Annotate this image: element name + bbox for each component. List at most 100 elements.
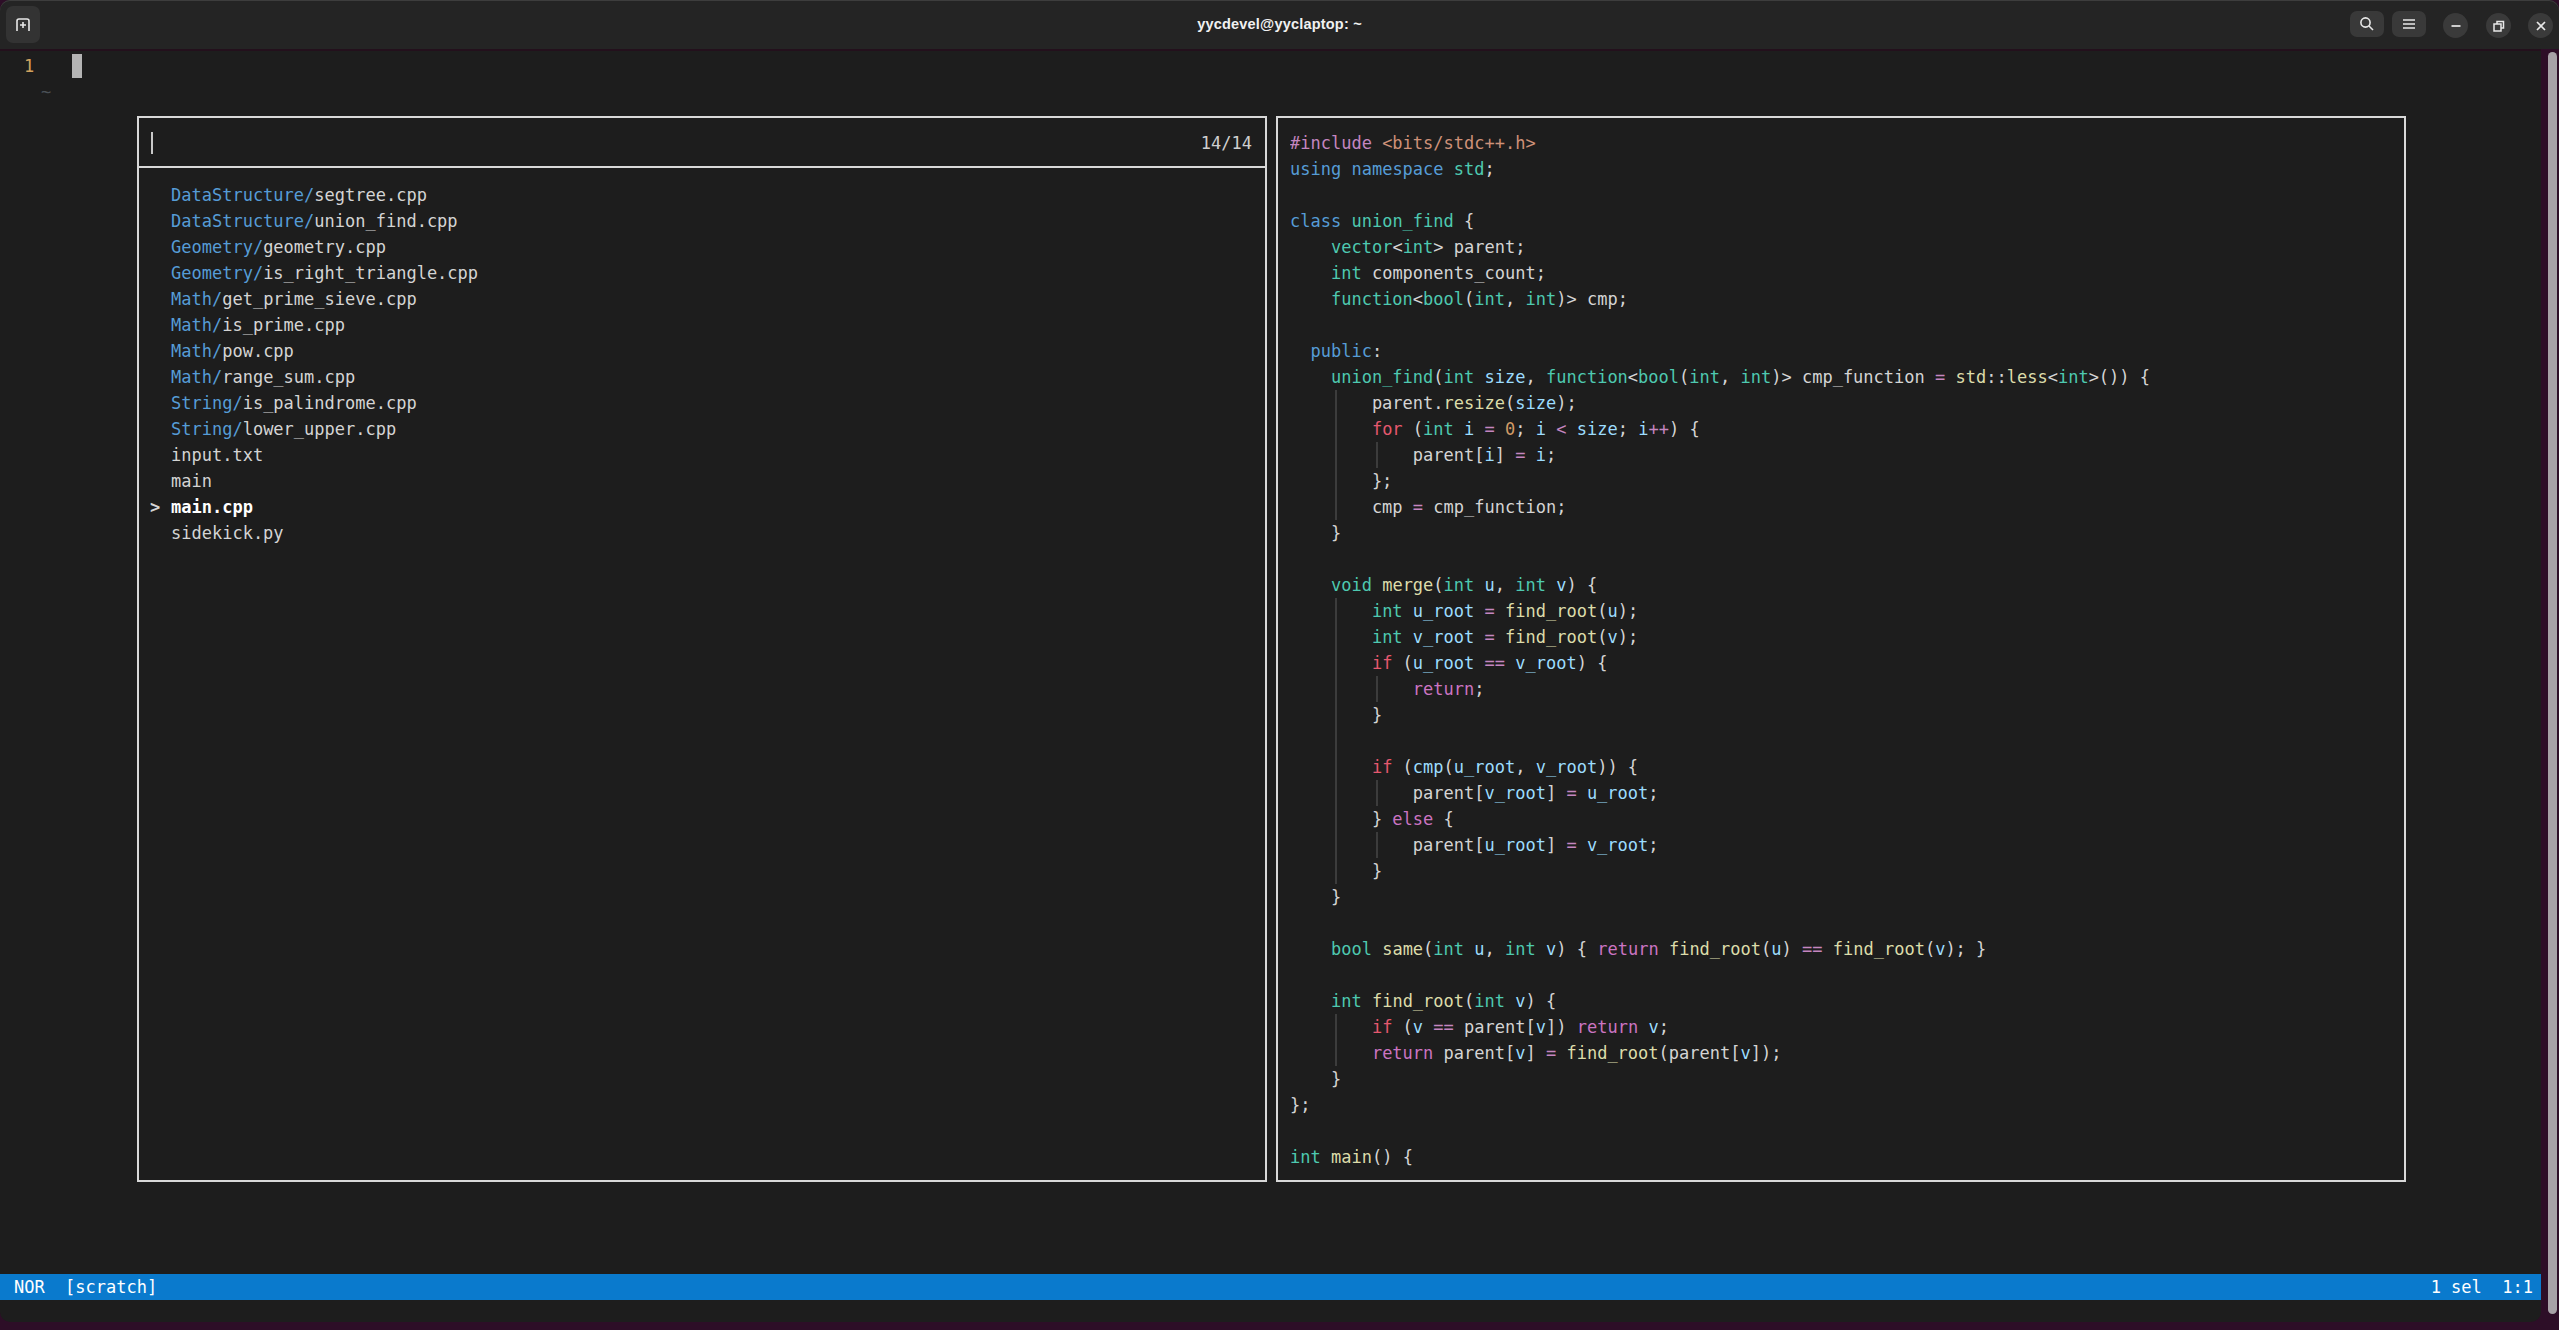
list-item[interactable]: Geometry/geometry.cpp <box>150 234 1263 260</box>
indent-guide <box>1376 676 1378 702</box>
new-tab-button[interactable] <box>6 6 40 43</box>
code-line: parent[v_root] = u_root; <box>1290 780 2402 806</box>
list-item[interactable]: Math/is_prime.cpp <box>150 312 1263 338</box>
code-line: }; <box>1290 1092 2402 1118</box>
list-item[interactable]: >main.cpp <box>150 494 1263 520</box>
editor-line-number: 1 <box>24 53 34 79</box>
code-line: }; <box>1290 468 2402 494</box>
item-filename: geometry.cpp <box>263 234 386 260</box>
editor-cursor <box>72 54 82 78</box>
item-filename: segtree.cpp <box>314 182 427 208</box>
item-filename: input.txt <box>171 442 263 468</box>
list-item[interactable]: Math/range_sum.cpp <box>150 364 1263 390</box>
item-directory: DataStructure/ <box>171 208 314 234</box>
item-filename: get_prime_sieve.cpp <box>222 286 416 312</box>
selected-item-marker <box>150 442 171 468</box>
item-directory: Math/ <box>171 312 222 338</box>
list-item[interactable]: main <box>150 468 1263 494</box>
indent-guide <box>1335 676 1337 702</box>
code-line: using namespace std; <box>1290 156 2402 182</box>
picker-count: 14/14 <box>1201 130 1252 156</box>
indent-guide <box>1335 494 1337 520</box>
indent-guide <box>1376 780 1378 806</box>
code-line <box>1290 312 2402 338</box>
code-line: void merge(int u, int v) { <box>1290 572 2402 598</box>
code-line: cmp = cmp_function; <box>1290 494 2402 520</box>
item-filename: is_palindrome.cpp <box>243 390 417 416</box>
item-filename: main <box>171 468 212 494</box>
item-directory: Math/ <box>171 364 222 390</box>
code-line <box>1290 1118 2402 1144</box>
code-line: if (v == parent[v]) return v; <box>1290 1014 2402 1040</box>
list-item[interactable]: sidekick.py <box>150 520 1263 546</box>
code-line: } <box>1290 1066 2402 1092</box>
code-line: int components_count; <box>1290 260 2402 286</box>
new-tab-icon <box>14 16 32 34</box>
item-directory: Geometry/ <box>171 260 263 286</box>
code-line: parent[u_root] = v_root; <box>1290 832 2402 858</box>
restore-button[interactable] <box>2486 13 2511 38</box>
titlebar-separator <box>0 49 2541 51</box>
code-line: parent[i] = i; <box>1290 442 2402 468</box>
list-item[interactable]: String/is_palindrome.cpp <box>150 390 1263 416</box>
selected-item-marker <box>150 208 171 234</box>
indent-guide <box>1335 390 1337 416</box>
selected-item-marker <box>150 234 171 260</box>
minimize-button[interactable] <box>2443 13 2468 38</box>
indent-guide <box>1335 702 1337 728</box>
indent-guide <box>1335 650 1337 676</box>
selected-item-marker <box>150 182 171 208</box>
selected-item-marker <box>150 338 171 364</box>
item-directory: Math/ <box>171 286 222 312</box>
titlebar[interactable]: yycdevel@yyclaptop: ~ <box>0 0 2559 49</box>
close-icon <box>2532 17 2550 35</box>
code-line: if (cmp(u_root, v_root)) { <box>1290 754 2402 780</box>
item-filename: is_prime.cpp <box>222 312 345 338</box>
code-line: bool same(int u, int v) { return find_ro… <box>1290 936 2402 962</box>
selected-item-marker <box>150 390 171 416</box>
code-line: public: <box>1290 338 2402 364</box>
item-directory: Math/ <box>171 338 222 364</box>
preview-panel: #include <bits/stdc++.h>using namespace … <box>1276 116 2406 1182</box>
code-line: function<bool(int, int)> cmp; <box>1290 286 2402 312</box>
code-line <box>1290 962 2402 988</box>
item-directory: String/ <box>171 390 243 416</box>
indent-guide <box>1335 624 1337 650</box>
selected-item-marker <box>150 286 171 312</box>
minimize-icon <box>2447 17 2465 35</box>
code-line: if (u_root == v_root) { <box>1290 650 2402 676</box>
selected-item-marker: > <box>150 494 171 520</box>
restore-icon <box>2490 17 2508 35</box>
list-item[interactable]: DataStructure/union_find.cpp <box>150 208 1263 234</box>
close-button[interactable] <box>2528 13 2553 38</box>
code-line: int v_root = find_root(v); <box>1290 624 2402 650</box>
code-line <box>1290 910 2402 936</box>
item-filename: pow.cpp <box>222 338 294 364</box>
list-item[interactable]: Geometry/is_right_triangle.cpp <box>150 260 1263 286</box>
buffer-name: [scratch] <box>65 1274 157 1300</box>
picker-input-cursor <box>151 132 153 154</box>
menu-button[interactable] <box>2392 11 2426 37</box>
list-item[interactable]: Math/pow.cpp <box>150 338 1263 364</box>
code-line: } <box>1290 702 2402 728</box>
code-line: int find_root(int v) { <box>1290 988 2402 1014</box>
code-line: } else { <box>1290 806 2402 832</box>
code-line: int u_root = find_root(u); <box>1290 598 2402 624</box>
selected-item-marker <box>150 260 171 286</box>
item-directory: String/ <box>171 416 243 442</box>
background-window-scrollbar[interactable] <box>2548 52 2557 1314</box>
list-item[interactable]: DataStructure/segtree.cpp <box>150 182 1263 208</box>
code-line: } <box>1290 520 2402 546</box>
list-item[interactable]: input.txt <box>150 442 1263 468</box>
search-button[interactable] <box>2350 11 2384 37</box>
list-item[interactable]: Math/get_prime_sieve.cpp <box>150 286 1263 312</box>
code-line: parent.resize(size); <box>1290 390 2402 416</box>
indent-guide <box>1335 754 1337 780</box>
hamburger-menu-icon <box>2400 15 2418 33</box>
list-item[interactable]: String/lower_upper.cpp <box>150 416 1263 442</box>
indent-guide <box>1335 1040 1337 1066</box>
selected-item-marker <box>150 416 171 442</box>
indent-guide <box>1335 806 1337 832</box>
file-list: DataStructure/segtree.cpp DataStructure/… <box>150 182 1263 546</box>
terminal-screen[interactable]: 1 ~ 14/14 DataStructure/segtree.cpp Data… <box>0 49 2541 1322</box>
